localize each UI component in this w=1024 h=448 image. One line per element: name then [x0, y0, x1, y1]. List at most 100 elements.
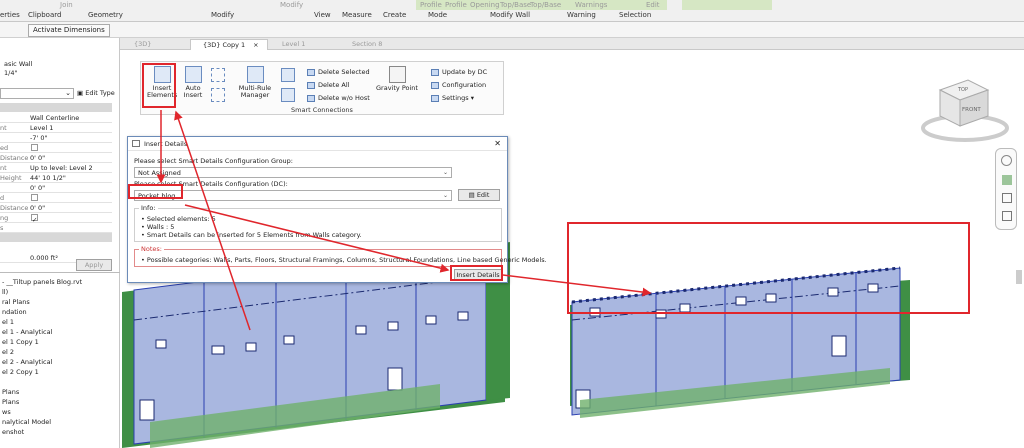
- steering-wheel-icon[interactable]: [1001, 155, 1012, 166]
- browser-item[interactable]: el 2: [2, 348, 14, 356]
- gravity-point-button[interactable]: Gravity Point: [373, 66, 421, 92]
- delete-all-button[interactable]: Delete All: [307, 81, 349, 89]
- structural-header[interactable]: [0, 233, 112, 242]
- prop-row[interactable]: ng ✓: [0, 213, 112, 224]
- viewcube-front-label: FRONT: [962, 107, 981, 113]
- browser-item[interactable]: enshot: [2, 428, 24, 436]
- window: [387, 321, 399, 331]
- multi-rule-manager-icon: [246, 66, 264, 83]
- prop-value[interactable]: -7' 0": [30, 133, 47, 143]
- delete-host-icon[interactable]: [281, 88, 295, 102]
- tab-level-1[interactable]: Level 1: [270, 39, 338, 50]
- prop-row[interactable]: ed: [0, 143, 112, 153]
- project-root[interactable]: - __Tiltup panels Blog.rvt: [2, 278, 82, 286]
- prop-row[interactable]: nt Level 1: [0, 123, 112, 133]
- ribbon-join[interactable]: Join: [60, 1, 73, 9]
- info-line-3: • Smart Details can be inserted for 5 El…: [141, 231, 362, 239]
- annotation-highlight-result: [567, 222, 970, 314]
- ribbon-profile-2[interactable]: Profile: [445, 1, 467, 9]
- ribbon-edit[interactable]: Edit: [646, 1, 660, 9]
- browser-item[interactable]: nalytical Model: [2, 418, 51, 426]
- update-by-dc-button[interactable]: Update by DC: [431, 68, 487, 76]
- ribbon-warnings[interactable]: Warnings: [575, 1, 607, 9]
- prop-row[interactable]: Wall Centerline: [0, 113, 112, 123]
- close-icon[interactable]: ×: [253, 41, 258, 49]
- prop-value[interactable]: Wall Centerline: [30, 113, 79, 123]
- prop-row[interactable]: Distance 0' 0": [0, 153, 112, 163]
- viewcube[interactable]: TOP FRONT: [921, 79, 1009, 142]
- browser-item[interactable]: ws: [2, 408, 11, 416]
- multi-rule-manager-button[interactable]: Multi-Rule Manager: [235, 66, 275, 99]
- annotation-highlight-dc: [128, 184, 183, 199]
- prop-row[interactable]: Distance 0' 0": [0, 203, 112, 213]
- auto-insert-button[interactable]: Auto Insert: [179, 66, 207, 99]
- tab-3d-copy-1[interactable]: {3D} Copy 1 ×: [190, 39, 268, 50]
- browser-item[interactable]: el 2 Copy 1: [2, 368, 39, 376]
- notes-group: Notes: • Possible categories: Walls, Par…: [134, 245, 547, 267]
- browser-item[interactable]: el 2 - Analytical: [2, 358, 52, 366]
- group-select[interactable]: Not Assigned ⌄: [134, 167, 452, 178]
- browser-item[interactable]: el 1 - Analytical: [2, 328, 52, 336]
- navigation-bar[interactable]: [995, 148, 1017, 230]
- close-icon[interactable]: ✕: [494, 139, 501, 148]
- browser-item[interactable]: el 1 Copy 1: [2, 338, 39, 346]
- prop-row[interactable]: Height 44' 10 1/2": [0, 173, 112, 183]
- delete-selection-icon[interactable]: [281, 68, 295, 82]
- prop-row[interactable]: s: [0, 223, 112, 233]
- browser-item[interactable]: el 1: [2, 318, 14, 326]
- constraints-header[interactable]: [0, 103, 112, 112]
- ribbon-modify-small[interactable]: Modify: [280, 1, 303, 9]
- browser-item[interactable]: Plans: [2, 388, 19, 396]
- delete-wo-host-button[interactable]: Delete w/o Host: [307, 94, 370, 102]
- tab-3d[interactable]: {3D}: [122, 39, 188, 50]
- gear-icon: [431, 81, 439, 89]
- edit-type-button[interactable]: ▣ Edit Type: [77, 89, 115, 97]
- browser-item[interactable]: Plans: [2, 398, 19, 406]
- prop-value[interactable]: 0' 0": [30, 183, 45, 193]
- instance-selector[interactable]: ⌄: [0, 88, 74, 99]
- prop-value[interactable]: Up to level: Level 2: [30, 163, 93, 173]
- group-modify: Modify: [211, 11, 235, 19]
- zoom-icon[interactable]: [1002, 175, 1012, 185]
- type-name: asic Wall: [4, 60, 33, 68]
- apply-button[interactable]: Apply: [76, 259, 112, 271]
- ribbon-topbase-2[interactable]: Top/Base: [530, 1, 561, 9]
- prop-value[interactable]: 0' 0": [30, 153, 45, 163]
- checkbox[interactable]: [31, 194, 38, 201]
- select-icon[interactable]: [211, 68, 225, 82]
- scrollbar-thumb[interactable]: [1016, 270, 1022, 284]
- filter-icon[interactable]: [211, 88, 225, 102]
- prop-value[interactable]: 44' 10 1/2": [30, 173, 66, 183]
- prop-value[interactable]: Level 1: [30, 123, 53, 133]
- browser-item[interactable]: ral Plans: [2, 298, 30, 306]
- checkbox[interactable]: ✓: [31, 214, 38, 224]
- ribbon-topbase-1[interactable]: Top/Base: [500, 1, 531, 9]
- properties-panel: asic Wall 1/4" ⌄ ▣ Edit Type Wall Center…: [0, 38, 120, 448]
- delete-selected-button[interactable]: Delete Selected: [307, 68, 370, 76]
- prop-row[interactable]: d: [0, 193, 112, 203]
- prop-row[interactable]: nt Up to level: Level 2: [0, 163, 112, 173]
- ribbon-opening[interactable]: Opening: [470, 1, 500, 9]
- prop-row[interactable]: 0' 0": [0, 183, 112, 193]
- orbit-icon[interactable]: [1002, 211, 1012, 221]
- window: [155, 339, 167, 349]
- prop-name: Distance: [0, 204, 28, 212]
- prop-value[interactable]: 0' 0": [30, 203, 45, 213]
- edit-button[interactable]: ▤ Edit: [458, 189, 500, 201]
- browser-item[interactable]: ll): [2, 288, 8, 296]
- settings-button[interactable]: Settings ▾: [431, 94, 474, 102]
- zoom-region-icon[interactable]: [1002, 193, 1012, 203]
- group-properties: erties: [0, 11, 20, 19]
- checkbox[interactable]: [31, 144, 38, 151]
- prop-row[interactable]: -7' 0": [0, 133, 112, 143]
- ribbon-profile-1[interactable]: Profile: [420, 1, 442, 9]
- browser-item[interactable]: ndation: [2, 308, 27, 316]
- tab-section-8[interactable]: Section 8: [340, 39, 410, 50]
- info-legend: Info:: [139, 204, 158, 212]
- activate-dimensions-button[interactable]: Activate Dimensions: [28, 24, 110, 37]
- ribbon: Join Modify Profile Profile Opening Top/…: [0, 0, 1024, 22]
- configuration-button[interactable]: Configuration: [431, 81, 486, 89]
- panel-footer: Smart Connections: [291, 106, 353, 114]
- group-view: View: [314, 11, 331, 19]
- insert-details-dialog: Insert Details ✕ Please select Smart Det…: [127, 136, 547, 283]
